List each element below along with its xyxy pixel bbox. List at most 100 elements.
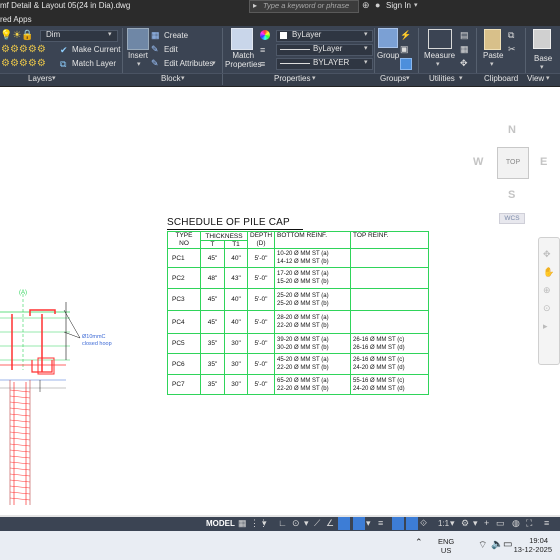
insert-icon[interactable] <box>127 28 149 50</box>
paste-icon[interactable] <box>484 29 501 50</box>
chevron-down-icon[interactable]: ▾ <box>366 518 371 529</box>
linetype-icon[interactable]: ≡ <box>260 45 265 55</box>
color-combo[interactable] <box>276 30 373 42</box>
ortho-icon[interactable]: ∟ <box>278 518 287 528</box>
chevron-down-icon[interactable]: ▾ <box>364 44 368 52</box>
edit-attributes-button[interactable]: Edit Attributes <box>164 59 213 68</box>
measure-icon[interactable] <box>428 29 452 49</box>
chevron-down-icon[interactable]: ▾ <box>490 60 494 68</box>
paste-button[interactable]: Paste <box>483 51 503 60</box>
customization-icon[interactable]: ≡ <box>544 518 549 528</box>
group-selection-icon[interactable] <box>400 58 412 70</box>
monitor-icon[interactable]: ▭ <box>496 518 505 529</box>
match-layer-button[interactable]: Match Layer <box>72 59 116 68</box>
hoop-callout-line2: closed hoop <box>82 341 112 347</box>
color-wheel-icon[interactable] <box>260 30 270 40</box>
group-edit-icon[interactable]: ▣ <box>400 44 409 55</box>
base-button[interactable]: Base <box>534 54 552 63</box>
featured-apps-tab[interactable]: red Apps <box>0 15 32 24</box>
layer-state-icons[interactable]: 💡☀🔒 <box>0 30 34 41</box>
properties-panel-label[interactable]: Properties <box>274 74 310 83</box>
chevron-down-icon[interactable]: ▾ <box>181 74 185 82</box>
grid-icon[interactable]: ▦ <box>238 518 247 529</box>
clipboard-panel-label[interactable]: Clipboard <box>484 74 518 83</box>
language-indicator[interactable]: ENG US <box>438 537 454 555</box>
chevron-down-icon[interactable]: ▾ <box>108 30 112 38</box>
measure-button[interactable]: Measure <box>424 51 455 60</box>
ungroup-icon[interactable]: ⚡ <box>400 30 411 41</box>
clock[interactable]: 19:04 13-12-2025 <box>512 536 552 554</box>
block-panel-label[interactable]: Block <box>161 74 181 83</box>
groups-panel-label[interactable]: Groups <box>380 74 406 83</box>
utilities-panel-label[interactable]: Utilities <box>429 74 455 83</box>
chevron-down-icon[interactable]: ▾ <box>406 74 410 82</box>
dynamic-input-toggle[interactable] <box>353 517 365 530</box>
viewcube-top-face[interactable]: TOP <box>497 147 529 179</box>
cut-icon[interactable]: ✂ <box>508 44 516 55</box>
layers-panel-label[interactable]: Layers <box>28 74 52 83</box>
isodraft-icon[interactable]: ⟋ <box>314 518 320 529</box>
create-block-button[interactable]: Create <box>164 31 188 40</box>
match-properties-button[interactable]: Match Properties <box>225 51 261 69</box>
chevron-down-icon[interactable]: ▾ <box>540 63 544 71</box>
annotation-scale-toggle[interactable] <box>392 517 404 530</box>
row-type: PC6 <box>167 353 201 375</box>
polar-icon[interactable]: ⊙ <box>292 518 300 529</box>
match-properties-icon[interactable] <box>231 28 253 50</box>
layer-tools-icons-2[interactable]: ⚙⚙⚙⚙⚙ <box>1 58 46 69</box>
header-depth: DEPTH (D) <box>246 231 276 249</box>
chevron-up-icon[interactable]: ⌃ <box>415 537 423 548</box>
chevron-down-icon[interactable]: ▾ <box>473 518 478 529</box>
chevron-down-icon[interactable]: ▾ <box>304 518 309 529</box>
layer-tools-icons[interactable]: ⚙⚙⚙⚙⚙ <box>1 44 46 55</box>
gear-icon[interactable]: ⚙ <box>461 518 469 529</box>
group-icon[interactable] <box>378 28 398 48</box>
speaker-icon[interactable]: 🔈 <box>491 539 503 550</box>
chevron-down-icon[interactable]: ▾ <box>212 59 216 67</box>
chevron-down-icon[interactable]: ▾ <box>546 74 550 82</box>
chevron-down-icon[interactable]: ▾ <box>137 60 141 68</box>
schedule-row: PC4 45" 40" 5'-0" 28-20 Ø MM ST (a) 22-20 Ø … <box>167 310 430 334</box>
annotation-visibility-toggle[interactable] <box>406 517 418 530</box>
viewcube-west[interactable]: W <box>473 156 483 168</box>
insert-button[interactable]: Insert <box>128 51 148 60</box>
id-point-icon[interactable]: ✥ <box>460 58 468 69</box>
chevron-down-icon[interactable]: ▾ <box>52 74 56 82</box>
viewcube-south[interactable]: S <box>508 189 515 201</box>
chevron-down-icon[interactable]: ▾ <box>414 1 418 9</box>
fullscreen-icon[interactable]: ⛶ <box>526 518 532 529</box>
chevron-down-icon[interactable]: ▾ <box>436 60 440 68</box>
binoculars-icon[interactable]: ⊕ <box>362 0 370 11</box>
view-panel-label[interactable]: View <box>527 74 544 83</box>
calculator-icon[interactable]: ▦ <box>460 44 469 55</box>
sign-in-button[interactable]: Sign In <box>386 1 411 10</box>
annotation-icon[interactable]: ⟐ <box>420 518 427 529</box>
lineweight-icon[interactable]: ≡ <box>260 59 265 69</box>
object-snap-tracking-icon[interactable]: ∠ <box>326 518 334 529</box>
group-button[interactable]: Group <box>377 51 399 60</box>
make-current-button[interactable]: Make Current <box>72 45 120 54</box>
navbar-icons[interactable]: ✥ ✋ ⊕ ⊙ ▸ <box>543 245 554 335</box>
chevron-down-icon[interactable]: ▾ <box>312 74 316 82</box>
chevron-down-icon[interactable]: ▾ <box>364 30 368 38</box>
quick-select-icon[interactable]: ▤ <box>460 30 469 41</box>
isolate-objects-icon[interactable]: ◍ <box>512 518 520 529</box>
plus-icon[interactable]: + <box>484 518 489 528</box>
object-snap-toggle[interactable] <box>338 517 350 530</box>
wifi-icon[interactable]: ⌔ <box>478 539 487 552</box>
copy-clip-icon[interactable]: ⧉ <box>508 30 514 41</box>
annotation-scale-value[interactable]: 1:1 <box>438 519 449 528</box>
base-view-icon[interactable] <box>533 29 551 49</box>
model-space-button[interactable]: MODEL <box>206 519 235 528</box>
viewcube-east[interactable]: E <box>540 156 547 168</box>
wcs-menu[interactable]: WCS <box>499 213 525 224</box>
chevron-down-icon[interactable]: ▾ <box>450 518 455 529</box>
viewcube-north[interactable]: N <box>508 124 516 136</box>
document-title: mf Detail & Layout 05(24 in Dia).dwg <box>0 1 131 10</box>
user-icon[interactable]: ● <box>375 0 380 10</box>
chevron-down-icon[interactable]: ▾ <box>459 74 463 82</box>
lineweight-icon[interactable]: ≡ <box>378 518 383 528</box>
chevron-down-icon[interactable]: ▾ <box>364 58 368 66</box>
chevron-down-icon[interactable]: ▾ <box>262 518 267 529</box>
edit-block-button[interactable]: Edit <box>164 45 178 54</box>
